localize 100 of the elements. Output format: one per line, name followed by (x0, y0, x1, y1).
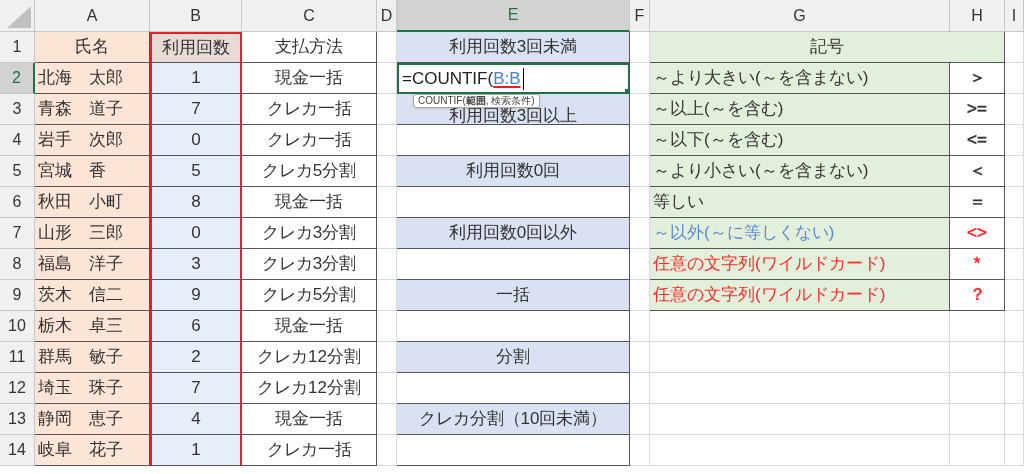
row-header[interactable]: 11 (0, 342, 35, 373)
row-header[interactable]: 1 (0, 32, 35, 63)
row-header[interactable]: 12 (0, 373, 35, 404)
table-cell: 0 (150, 218, 242, 249)
table-cell: 静岡 恵子 (35, 404, 150, 435)
empty-cell (950, 311, 1005, 342)
table-cell: 3 (150, 249, 242, 280)
empty-cell (630, 373, 650, 404)
empty-cell (1005, 280, 1024, 311)
table-cell: 青森 道子 (35, 94, 150, 125)
row-header[interactable]: 14 (0, 435, 35, 466)
table-cell: 任意の文字列(ワイルドカード) (650, 280, 950, 311)
row-header[interactable]: 8 (0, 249, 35, 280)
table-cell: 1 (150, 435, 242, 466)
row-header[interactable]: 13 (0, 404, 35, 435)
table-cell: 6 (150, 311, 242, 342)
table-cell: 氏名 (35, 32, 150, 63)
table-cell: クレカ分割（10回未満） (397, 404, 630, 435)
empty-cell (950, 404, 1005, 435)
table-cell: 分割 (397, 342, 630, 373)
table-cell: クレカ一括 (242, 435, 377, 466)
row-header[interactable]: 10 (0, 311, 35, 342)
table-cell: 岐阜 花子 (35, 435, 150, 466)
table-cell: 利用回数0回 (397, 156, 630, 187)
row-header[interactable]: 3 (0, 94, 35, 125)
empty-cell (630, 342, 650, 373)
empty-cell (1005, 435, 1024, 466)
table-cell: 等しい (650, 187, 950, 218)
operator-symbol: ＜ (968, 160, 986, 183)
resize-handle[interactable] (625, 89, 630, 94)
triangle-icon (7, 6, 31, 28)
function-tooltip: COUNTIF(範囲, 検索条件) (413, 94, 540, 108)
table-cell: クレカ12分割 (242, 342, 377, 373)
table-cell: ～より小さい(～を含まない) (650, 156, 950, 187)
table-cell: クレカ3分割 (242, 249, 377, 280)
active-cell[interactable]: =COUNTIF(B:B (397, 63, 630, 94)
empty-cell (1005, 187, 1024, 218)
table-cell: 7 (150, 373, 242, 404)
row-header[interactable]: 5 (0, 156, 35, 187)
table-cell: 4 (150, 404, 242, 435)
operator-symbol: ＞ (968, 67, 986, 90)
table-cell: 現金一括 (242, 187, 377, 218)
table-cell: 記号 (650, 32, 1005, 63)
row-header[interactable]: 9 (0, 280, 35, 311)
table-cell: 一括 (397, 280, 630, 311)
table-cell: クレカ3分割 (242, 218, 377, 249)
row-header[interactable]: 2 (0, 63, 35, 94)
empty-cell (1005, 125, 1024, 156)
operator-symbol: <> (967, 222, 987, 245)
empty-cell (1005, 373, 1024, 404)
table-cell: クレカ12分割 (242, 373, 377, 404)
table-cell: 北海 太郎 (35, 63, 150, 94)
table-cell: クレカ5分割 (242, 156, 377, 187)
empty-cell (1005, 32, 1024, 63)
table-cell: 5 (150, 156, 242, 187)
table-cell: 現金一括 (242, 404, 377, 435)
operator-symbol: <= (967, 129, 987, 152)
table-cell: 山形 三郎 (35, 218, 150, 249)
empty-cell (1005, 156, 1024, 187)
text-cursor (522, 67, 524, 90)
column-header[interactable]: I (1005, 0, 1024, 32)
table-cell: クレカ一括 (242, 94, 377, 125)
table-cell: ～より大きい(～を含まない) (650, 63, 950, 94)
table-cell: 7 (150, 94, 242, 125)
table-cell: 秋田 小町 (35, 187, 150, 218)
table-cell: クレカ5分割 (242, 280, 377, 311)
row-header[interactable]: 6 (0, 187, 35, 218)
empty-cell (1005, 218, 1024, 249)
table-cell: 群馬 敏子 (35, 342, 150, 373)
empty-cell (950, 342, 1005, 373)
column-header[interactable]: F (630, 0, 650, 32)
row-header[interactable]: 7 (0, 218, 35, 249)
table-cell: 1 (150, 63, 242, 94)
empty-cell (1005, 342, 1024, 373)
empty-cell (1005, 249, 1024, 280)
column-header[interactable]: E (397, 0, 630, 32)
table-cell: ～以外(～に等しくない) (650, 218, 950, 249)
formula-text: =COUNTIF(B:B (402, 67, 521, 90)
table-cell: 宮城 香 (35, 156, 150, 187)
table-cell: ～以上(～を含む) (650, 94, 950, 125)
table-cell: 2 (150, 342, 242, 373)
empty-cell (1005, 404, 1024, 435)
table-cell: 栃木 卓三 (35, 311, 150, 342)
table-cell: 利用回数 (150, 32, 242, 63)
table-cell: 現金一括 (242, 311, 377, 342)
table-cell: 任意の文字列(ワイルドカード) (650, 249, 950, 280)
empty-cell (950, 373, 1005, 404)
table-cell: 福島 洋子 (35, 249, 150, 280)
empty-cell (630, 435, 650, 466)
table-cell: 岩手 次郎 (35, 125, 150, 156)
table-cell: クレカ一括 (242, 125, 377, 156)
table-cell: ～以下(～を含む) (650, 125, 950, 156)
row-header[interactable]: 4 (0, 125, 35, 156)
operator-symbol: ＝ (968, 191, 986, 214)
table-cell: 埼玉 珠子 (35, 373, 150, 404)
empty-cell (1005, 94, 1024, 125)
select-all-corner[interactable] (0, 0, 35, 32)
empty-cell (630, 404, 650, 435)
operator-symbol: * (973, 253, 981, 276)
table-cell: 8 (150, 187, 242, 218)
